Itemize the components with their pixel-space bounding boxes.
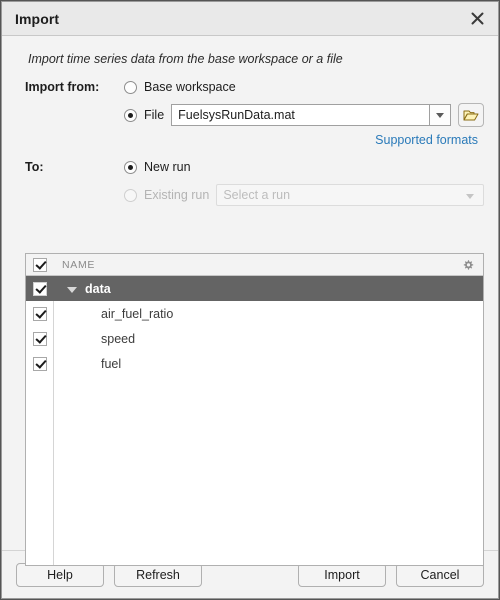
radio-base-workspace-label[interactable]: Base workspace — [144, 80, 236, 94]
row-label: data — [85, 282, 111, 296]
row-checkbox-cell — [26, 351, 53, 376]
table-row[interactable]: air_fuel_ratio — [26, 301, 483, 326]
supported-formats-row: Supported formats — [16, 133, 484, 147]
radio-existing-run-label[interactable]: Existing run — [144, 188, 209, 202]
chevron-down-icon — [436, 113, 444, 118]
chevron-down-icon[interactable] — [67, 287, 77, 293]
row-label: fuel — [60, 357, 121, 371]
help-button[interactable]: Help — [16, 563, 104, 587]
destination-existing-run-row: Existing run Select a run — [16, 184, 484, 206]
browse-file-button[interactable] — [458, 103, 484, 127]
file-history-dropdown-button[interactable] — [429, 104, 451, 126]
existing-run-select[interactable]: Select a run — [216, 184, 484, 206]
chevron-down-icon — [466, 194, 474, 199]
row-checkbox-cell — [26, 301, 53, 326]
row-checkbox-cell — [26, 326, 53, 351]
row-checkbox[interactable] — [33, 357, 47, 371]
radio-file[interactable] — [124, 109, 137, 122]
refresh-button[interactable]: Refresh — [114, 563, 202, 587]
row-checkbox[interactable] — [33, 307, 47, 321]
row-label: speed — [60, 332, 135, 346]
supported-formats-link[interactable]: Supported formats — [375, 133, 478, 147]
select-all-cell — [26, 258, 53, 272]
table-row[interactable]: data — [26, 276, 483, 301]
table-header: NAME — [26, 254, 483, 276]
radio-new-run-label[interactable]: New run — [144, 160, 191, 174]
table-row[interactable]: speed — [26, 326, 483, 351]
destination-new-run-row: To: New run — [16, 160, 484, 174]
title-bar: Import — [2, 2, 498, 36]
table-row[interactable]: fuel — [26, 351, 483, 376]
row-label: air_fuel_ratio — [60, 307, 173, 321]
row-checkbox[interactable] — [33, 282, 47, 296]
folder-icon — [463, 108, 479, 122]
import-button[interactable]: Import — [298, 563, 386, 587]
import-from-row: Import from: Base workspace — [16, 80, 484, 94]
table-settings-button[interactable] — [462, 259, 474, 271]
row-name-cell: fuel — [53, 351, 483, 376]
dialog-body: Import time series data from the base wo… — [2, 36, 498, 550]
import-dialog: Import Import time series data from the … — [1, 1, 499, 599]
row-checkbox[interactable] — [33, 332, 47, 346]
cancel-button[interactable]: Cancel — [396, 563, 484, 587]
close-icon[interactable] — [456, 2, 498, 35]
existing-run-select-value: Select a run — [223, 188, 290, 202]
window-title: Import — [2, 11, 59, 27]
file-path-input[interactable]: FuelsysRunData.mat — [171, 104, 429, 126]
radio-existing-run[interactable] — [124, 189, 137, 202]
dialog-subtitle: Import time series data from the base wo… — [16, 36, 484, 66]
row-checkbox-cell — [26, 276, 53, 301]
column-header-name: NAME — [53, 259, 462, 271]
variables-table: NAME data — [25, 253, 484, 566]
radio-new-run[interactable] — [124, 161, 137, 174]
radio-base-workspace[interactable] — [124, 81, 137, 94]
row-name-cell: data — [53, 276, 483, 301]
select-all-checkbox[interactable] — [33, 258, 47, 272]
row-name-cell: air_fuel_ratio — [53, 301, 483, 326]
gear-icon — [462, 259, 474, 271]
import-from-label: Import from: — [16, 80, 124, 94]
row-name-cell: speed — [53, 326, 483, 351]
radio-file-label[interactable]: File — [144, 108, 164, 122]
import-from-file-row: File FuelsysRunData.mat — [16, 103, 484, 127]
destination-label: To: — [16, 160, 124, 174]
